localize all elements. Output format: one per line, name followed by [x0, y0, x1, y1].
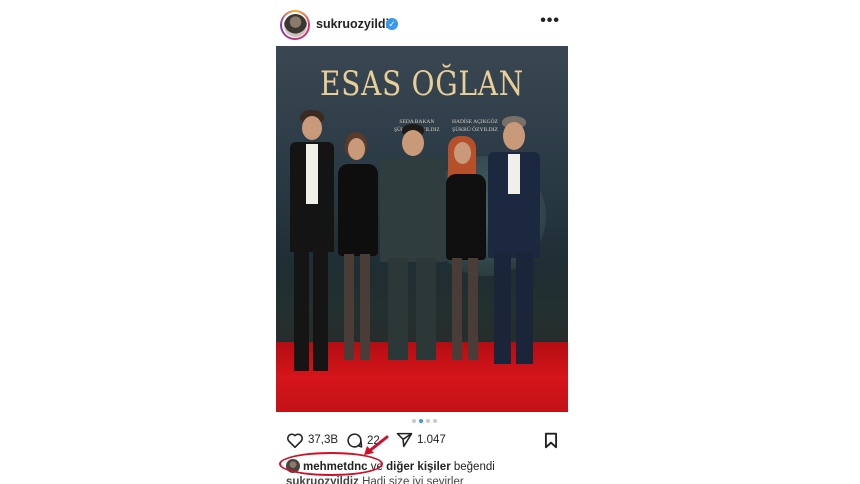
post-username[interactable]: sukruozyildiz: [316, 17, 395, 31]
instagram-post: sukruozyildiz ✓ ••• ESAS OĞLAN SEDA BAKA…: [272, 0, 576, 484]
liked-by-others-link[interactable]: diğer kişiler: [386, 461, 451, 473]
more-options-icon[interactable]: •••: [540, 12, 560, 30]
post-photo[interactable]: ESAS OĞLAN SEDA BAKAN ŞÜKRÜ ÖZYILDIZ HAD…: [276, 46, 568, 412]
movie-title: ESAS OĞLAN: [320, 64, 524, 104]
likes-count: 37,3B: [308, 434, 339, 446]
verified-badge-icon: ✓: [386, 18, 398, 30]
annotation-arrow-icon: [364, 435, 389, 455]
save-button[interactable]: [544, 432, 558, 454]
post-actions-bar: 37,3B 22 1.047: [272, 430, 576, 452]
caption-username[interactable]: sukruozyildiz: [286, 476, 359, 484]
post-header: sukruozyildiz ✓ •••: [272, 8, 576, 42]
like-button[interactable]: 37,3B: [286, 432, 338, 448]
carousel-indicator: [412, 419, 437, 423]
caption-text: Hadi size iyi seyirler: [362, 476, 464, 484]
profile-avatar[interactable]: [280, 10, 310, 40]
post-caption: sukruozyildiz Hadi size iyi seyirler: [286, 476, 464, 484]
send-icon: [396, 432, 413, 448]
poster-credits-right: HADİSE AÇIKGÖZ ŞÜKRÜ ÖZYILDIZ: [452, 119, 498, 133]
heart-icon: [287, 433, 303, 448]
bookmark-icon: [544, 432, 558, 449]
shares-count: 1.047: [417, 434, 446, 446]
share-button[interactable]: 1.047: [396, 432, 446, 448]
